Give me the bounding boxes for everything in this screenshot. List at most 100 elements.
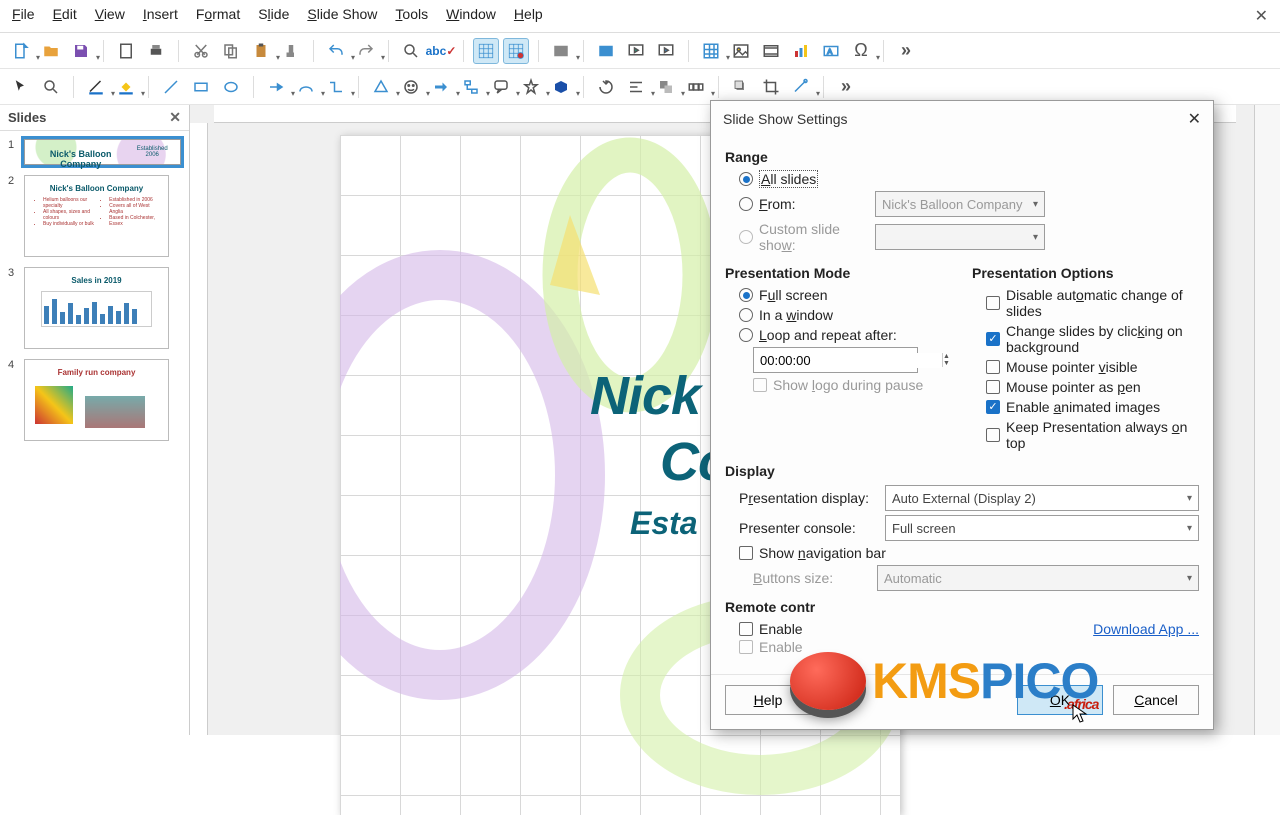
slide-thumb-3[interactable]: Sales in 2019 (24, 267, 169, 349)
rotate-icon[interactable] (593, 74, 619, 100)
menu-view[interactable]: View (95, 6, 125, 26)
symbol-shapes-icon[interactable] (398, 74, 424, 100)
shadow-icon[interactable] (728, 74, 754, 100)
new-doc-icon[interactable] (8, 38, 34, 64)
master-slide-icon[interactable] (593, 38, 619, 64)
flowchart-icon[interactable] (458, 74, 484, 100)
check-disable-auto[interactable] (986, 296, 1000, 310)
crop-icon[interactable] (758, 74, 784, 100)
dialog-close-icon[interactable]: ✕ (1188, 109, 1201, 129)
label-console: Presenter console: (739, 520, 879, 536)
check-navbar[interactable] (739, 546, 753, 560)
menu-slideshow[interactable]: Slide Show (307, 6, 377, 26)
block-arrows-icon[interactable] (428, 74, 454, 100)
menu-edit[interactable]: Edit (53, 6, 77, 26)
export-pdf-icon[interactable] (113, 38, 139, 64)
redo-icon[interactable] (353, 38, 379, 64)
select-icon[interactable] (8, 74, 34, 100)
stars-icon[interactable] (518, 74, 544, 100)
menu-help[interactable]: Help (514, 6, 543, 26)
arrange-icon[interactable] (653, 74, 679, 100)
rect-icon[interactable] (188, 74, 214, 100)
label-enable-remote: Enable (759, 621, 803, 637)
radio-loop[interactable] (739, 328, 753, 342)
views-icon[interactable] (548, 38, 574, 64)
curve-icon[interactable] (293, 74, 319, 100)
menu-tools[interactable]: Tools (395, 6, 428, 26)
callouts-icon[interactable] (488, 74, 514, 100)
menu-slide[interactable]: Slide (258, 6, 289, 26)
thumb-number: 1 (8, 139, 20, 165)
3d-icon[interactable] (548, 74, 574, 100)
print-icon[interactable] (143, 38, 169, 64)
table-icon[interactable] (698, 38, 724, 64)
download-app-link[interactable]: Download App ... (1093, 621, 1199, 637)
save-icon[interactable] (68, 38, 94, 64)
basic-shapes-icon[interactable] (368, 74, 394, 100)
align-icon[interactable] (623, 74, 649, 100)
check-pointer-visible[interactable] (986, 360, 1000, 374)
toolbar-overflow-icon[interactable]: » (893, 38, 919, 64)
check-pointer-pen[interactable] (986, 380, 1000, 394)
radio-window[interactable] (739, 308, 753, 322)
slide-thumb-1[interactable]: Nick's Balloon Company Established 2006 (24, 139, 181, 165)
fill-color-icon[interactable] (113, 74, 139, 100)
snap-icon[interactable] (503, 38, 529, 64)
media-icon[interactable] (758, 38, 784, 64)
undo-icon[interactable] (323, 38, 349, 64)
radio-fullscreen[interactable] (739, 288, 753, 302)
radio-custom (739, 230, 753, 244)
check-on-top[interactable] (986, 428, 1000, 442)
slide-show-settings-dialog: Slide Show Settings ✕ Range All slides F… (710, 100, 1214, 730)
grid-icon[interactable] (473, 38, 499, 64)
special-char-icon[interactable]: Ω (848, 38, 874, 64)
find-icon[interactable] (398, 38, 424, 64)
start-current-icon[interactable] (653, 38, 679, 64)
window-close-icon[interactable]: ✕ (1255, 6, 1268, 26)
cancel-button[interactable]: Cancel (1113, 685, 1199, 715)
connector-icon[interactable] (323, 74, 349, 100)
filter-icon[interactable] (788, 74, 814, 100)
presentation-display-select[interactable]: Auto External (Display 2)▾ (885, 485, 1199, 511)
label-window: In a window (759, 307, 833, 323)
arrow-icon[interactable] (263, 74, 289, 100)
menu-insert[interactable]: Insert (143, 6, 178, 26)
thumb-number: 2 (8, 175, 20, 257)
check-enable-remote[interactable] (739, 622, 753, 636)
thumb-number: 4 (8, 359, 20, 441)
chart-icon[interactable] (788, 38, 814, 64)
check-animated[interactable] (986, 400, 1000, 414)
spellcheck-icon[interactable]: abc✓ (428, 38, 454, 64)
cut-icon[interactable] (188, 38, 214, 64)
toolbar2-overflow-icon[interactable]: » (833, 74, 859, 100)
start-show-icon[interactable] (623, 38, 649, 64)
distribute-icon[interactable] (683, 74, 709, 100)
image-icon[interactable] (728, 38, 754, 64)
radio-from[interactable] (739, 197, 753, 211)
ellipse-icon[interactable] (218, 74, 244, 100)
zoom-pan-icon[interactable] (38, 74, 64, 100)
slide-subtitle: Esta (630, 505, 698, 542)
label-click-bg: Change slides by clicking on background (1006, 323, 1199, 355)
slide-title-line1: Nick (590, 365, 700, 427)
label-buttons-size: Buttons size: (753, 570, 871, 586)
copy-icon[interactable] (218, 38, 244, 64)
slide-thumb-2[interactable]: Nick's Balloon Company Helium balloons o… (24, 175, 169, 257)
clone-format-icon[interactable] (278, 38, 304, 64)
radio-all-slides[interactable] (739, 172, 753, 186)
slide-thumb-4[interactable]: Family run company (24, 359, 169, 441)
loop-time-spinner[interactable]: ▲▼ (753, 347, 918, 373)
menu-file[interactable]: File (12, 6, 35, 26)
check-click-bg[interactable] (986, 332, 1000, 346)
menu-format[interactable]: Format (196, 6, 240, 26)
textbox-icon[interactable]: A (818, 38, 844, 64)
line-color-icon[interactable] (83, 74, 109, 100)
line-icon[interactable] (158, 74, 184, 100)
presenter-console-select[interactable]: Full screen▾ (885, 515, 1199, 541)
label-navbar: Show navigation bar (759, 545, 886, 561)
paste-icon[interactable] (248, 38, 274, 64)
slides-panel-close-icon[interactable]: ✕ (169, 109, 181, 126)
sidebar-right[interactable] (1254, 105, 1280, 735)
menu-window[interactable]: Window (446, 6, 496, 26)
open-icon[interactable] (38, 38, 64, 64)
